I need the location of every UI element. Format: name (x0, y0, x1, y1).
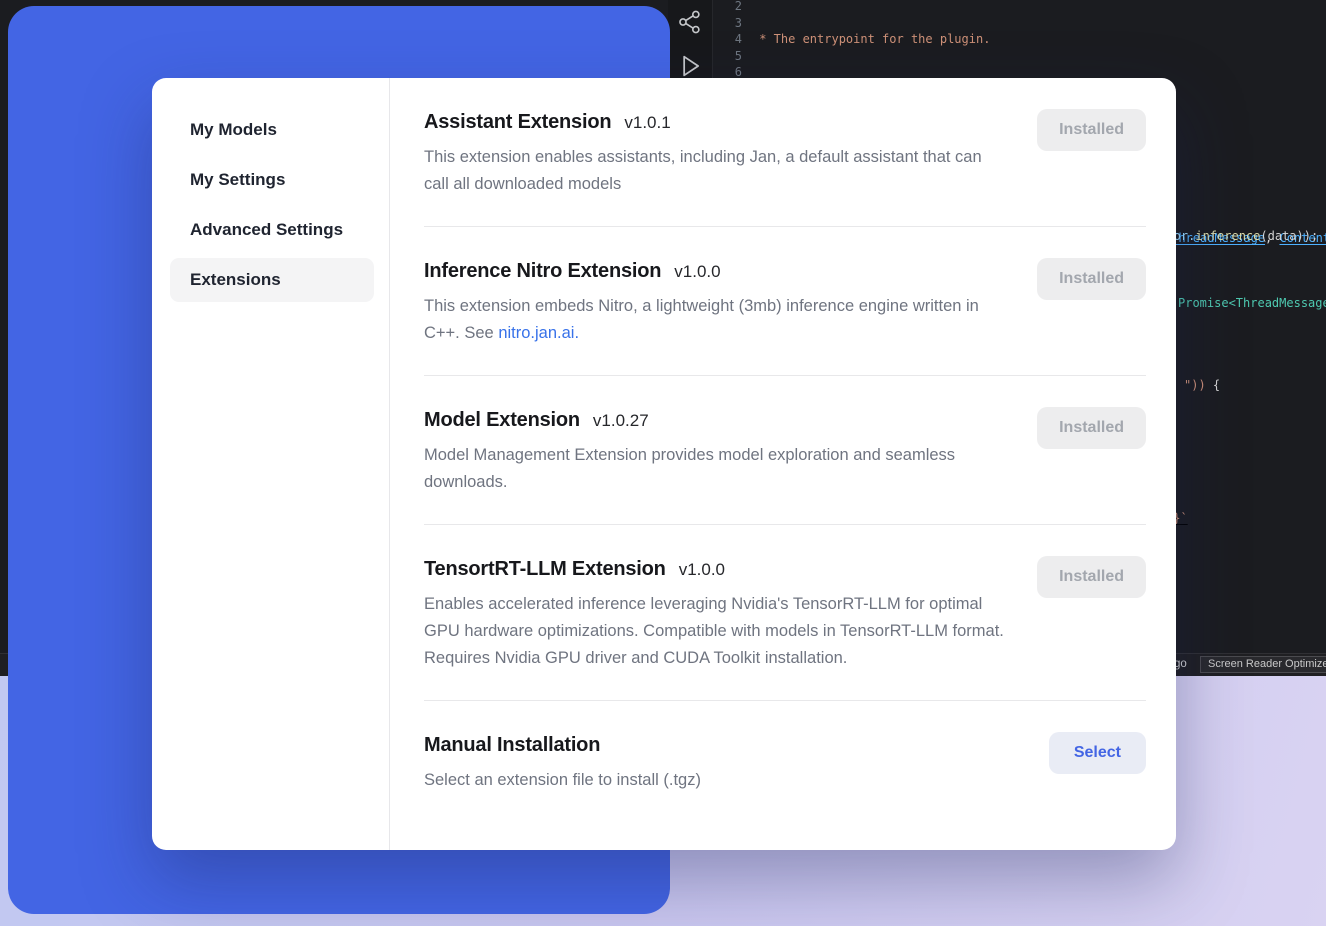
sidebar-item-my-settings[interactable]: My Settings (170, 158, 374, 202)
extension-name: TensortRT-LLM Extension (424, 558, 666, 581)
share-icon[interactable] (676, 8, 704, 36)
settings-modal: My Models My Settings Advanced Settings … (152, 78, 1176, 850)
installed-button[interactable]: Installed (1037, 407, 1146, 449)
extension-name: Inference Nitro Extension (424, 260, 661, 283)
code-line-2: * The entrypoint for the plugin. (752, 31, 1326, 48)
extension-name: Assistant Extension (424, 111, 611, 134)
nitro-link[interactable]: nitro.jan.ai. (498, 324, 579, 342)
extension-description: Model Management Extension provides mode… (424, 442, 1009, 496)
line-number: 5 (722, 48, 742, 65)
run-debug-icon[interactable] (676, 52, 704, 80)
manual-installation-description: Select an extension file to install (.tg… (424, 767, 1009, 794)
extension-version: v1.0.27 (593, 411, 649, 431)
code-fragment: Promise<ThreadMessage> (1178, 296, 1326, 310)
line-number: 3 (722, 15, 742, 32)
manual-installation-title: Manual Installation (424, 734, 600, 757)
select-file-button[interactable]: Select (1049, 732, 1146, 774)
extension-version: v1.0.0 (674, 262, 720, 282)
editor-line-numbers: 2 3 4 5 6 (722, 0, 742, 81)
extension-item-nitro: Inference Nitro Extension v1.0.0 This ex… (424, 227, 1146, 376)
extension-description: Enables accelerated inference leveraging… (424, 591, 1009, 672)
extension-version: v1.0.1 (624, 113, 670, 133)
sidebar-item-extensions[interactable]: Extensions (170, 258, 374, 302)
line-number: 2 (722, 0, 742, 15)
code-fragment: ")) { (1184, 378, 1220, 392)
manual-installation: Manual Installation Select an extension … (424, 701, 1146, 822)
extension-description: This extension enables assistants, inclu… (424, 144, 1009, 198)
installed-button[interactable]: Installed (1037, 109, 1146, 151)
extension-version: v1.0.0 (679, 560, 725, 580)
installed-button[interactable]: Installed (1037, 258, 1146, 300)
extension-item-model: Model Extension v1.0.27 Model Management… (424, 376, 1146, 525)
sidebar-item-my-models[interactable]: My Models (170, 108, 374, 152)
installed-button[interactable]: Installed (1037, 556, 1146, 598)
screen-reader-badge[interactable]: Screen Reader Optimized (1200, 656, 1326, 673)
line-number: 4 (722, 31, 742, 48)
extensions-list: Assistant Extension v1.0.1 This extensio… (390, 78, 1176, 850)
extension-description: This extension embeds Nitro, a lightweig… (424, 293, 1009, 347)
sidebar-item-advanced-settings[interactable]: Advanced Settings (170, 208, 374, 252)
extension-name: Model Extension (424, 409, 580, 432)
extension-item-tensorrt: TensortRT-LLM Extension v1.0.0 Enables a… (424, 525, 1146, 701)
settings-sidebar: My Models My Settings Advanced Settings … (152, 78, 390, 850)
extension-item-assistant: Assistant Extension v1.0.1 This extensio… (424, 78, 1146, 227)
code-fragment: rator.inference(data)); (1152, 229, 1318, 243)
